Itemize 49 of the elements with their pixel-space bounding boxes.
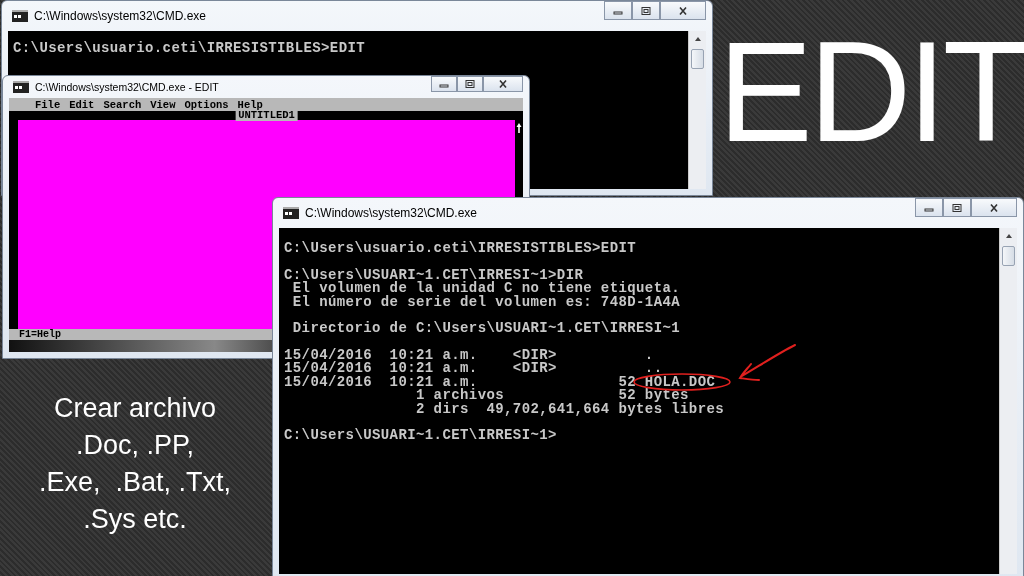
- scroll-up-icon: [1003, 232, 1014, 240]
- menu-item[interactable]: File: [35, 98, 61, 111]
- caption-line: .Sys etc.: [82, 503, 188, 536]
- scrollbar[interactable]: [688, 31, 706, 189]
- console-line: 15/04/2016 10:21 a.m. 52 HOLA.DOC: [284, 375, 716, 389]
- maximize-button[interactable]: [632, 1, 660, 20]
- menu-item[interactable]: Options: [184, 98, 229, 111]
- caption-line: Crear archivo: [52, 392, 218, 425]
- close-icon: [988, 202, 1000, 213]
- console-line: 15/04/2016 10:21 a.m. <DIR> ..: [284, 362, 663, 376]
- close-button[interactable]: [971, 198, 1017, 217]
- caption-line: .Exe, .Bat, .Txt,: [37, 466, 233, 499]
- console-line: C:\Users\USUARI~1.CET\IRRESI~1>: [284, 429, 557, 443]
- maximize-button[interactable]: [943, 198, 971, 217]
- console-line: 2 dirs 49,702,641,664 bytes libres: [415, 402, 725, 416]
- scrollbar[interactable]: [999, 228, 1017, 574]
- maximize-button[interactable]: [457, 76, 483, 92]
- scroll-thumb[interactable]: [691, 49, 704, 69]
- window-title: C:\Windows\system32\CMD.exe - EDIT: [35, 81, 219, 93]
- restore-icon: [640, 5, 652, 16]
- caption-line: .Doc, .PP,: [74, 429, 196, 462]
- console-line: 1 archivos 52 bytes: [415, 389, 689, 403]
- window-title: C:\Windows\system32\CMD.exe: [34, 9, 207, 23]
- menu-item[interactable]: View: [150, 98, 176, 111]
- window-title: C:\Windows\system32\CMD.exe: [305, 206, 478, 220]
- restore-icon: [464, 79, 476, 89]
- console-line: C:\Users\usuario.ceti\IRRESISTIBLES>EDIT: [13, 42, 366, 56]
- status-text: F1=Help: [19, 329, 61, 340]
- console-icon: [13, 81, 29, 93]
- restore-icon: [951, 202, 963, 213]
- console-line: El volumen de la unidad C no tiene etiqueta.: [291, 282, 681, 296]
- close-button[interactable]: [660, 1, 706, 20]
- close-icon: [677, 5, 689, 16]
- menu-item[interactable]: Search: [103, 98, 142, 111]
- console-icon: [283, 207, 299, 219]
- menu-item[interactable]: Help: [237, 98, 263, 111]
- console-line: C:\Users\usuario.ceti\IRRESISTIBLES>EDIT: [284, 242, 637, 256]
- close-button[interactable]: [483, 76, 523, 92]
- menu-item[interactable]: Edit: [69, 98, 95, 111]
- console-line: C:\Users\USUARI~1.CET\IRRESI~1>DIR: [284, 268, 584, 282]
- scroll-thumb[interactable]: [1002, 246, 1015, 266]
- console-line: El número de serie del volumen es: 748D-1A4A: [291, 295, 681, 309]
- document-title: UNTITLED1: [235, 110, 298, 121]
- scroll-up-icon: [692, 35, 703, 43]
- console-line: Directorio de C:\Users\USUARI~1.CET\IRRESI~1: [291, 322, 681, 336]
- console-line: 15/04/2016 10:21 a.m. <DIR> .: [284, 348, 654, 362]
- slide-title: EDIT: [718, 14, 1024, 171]
- close-icon: [497, 79, 509, 89]
- console-icon: [12, 10, 28, 22]
